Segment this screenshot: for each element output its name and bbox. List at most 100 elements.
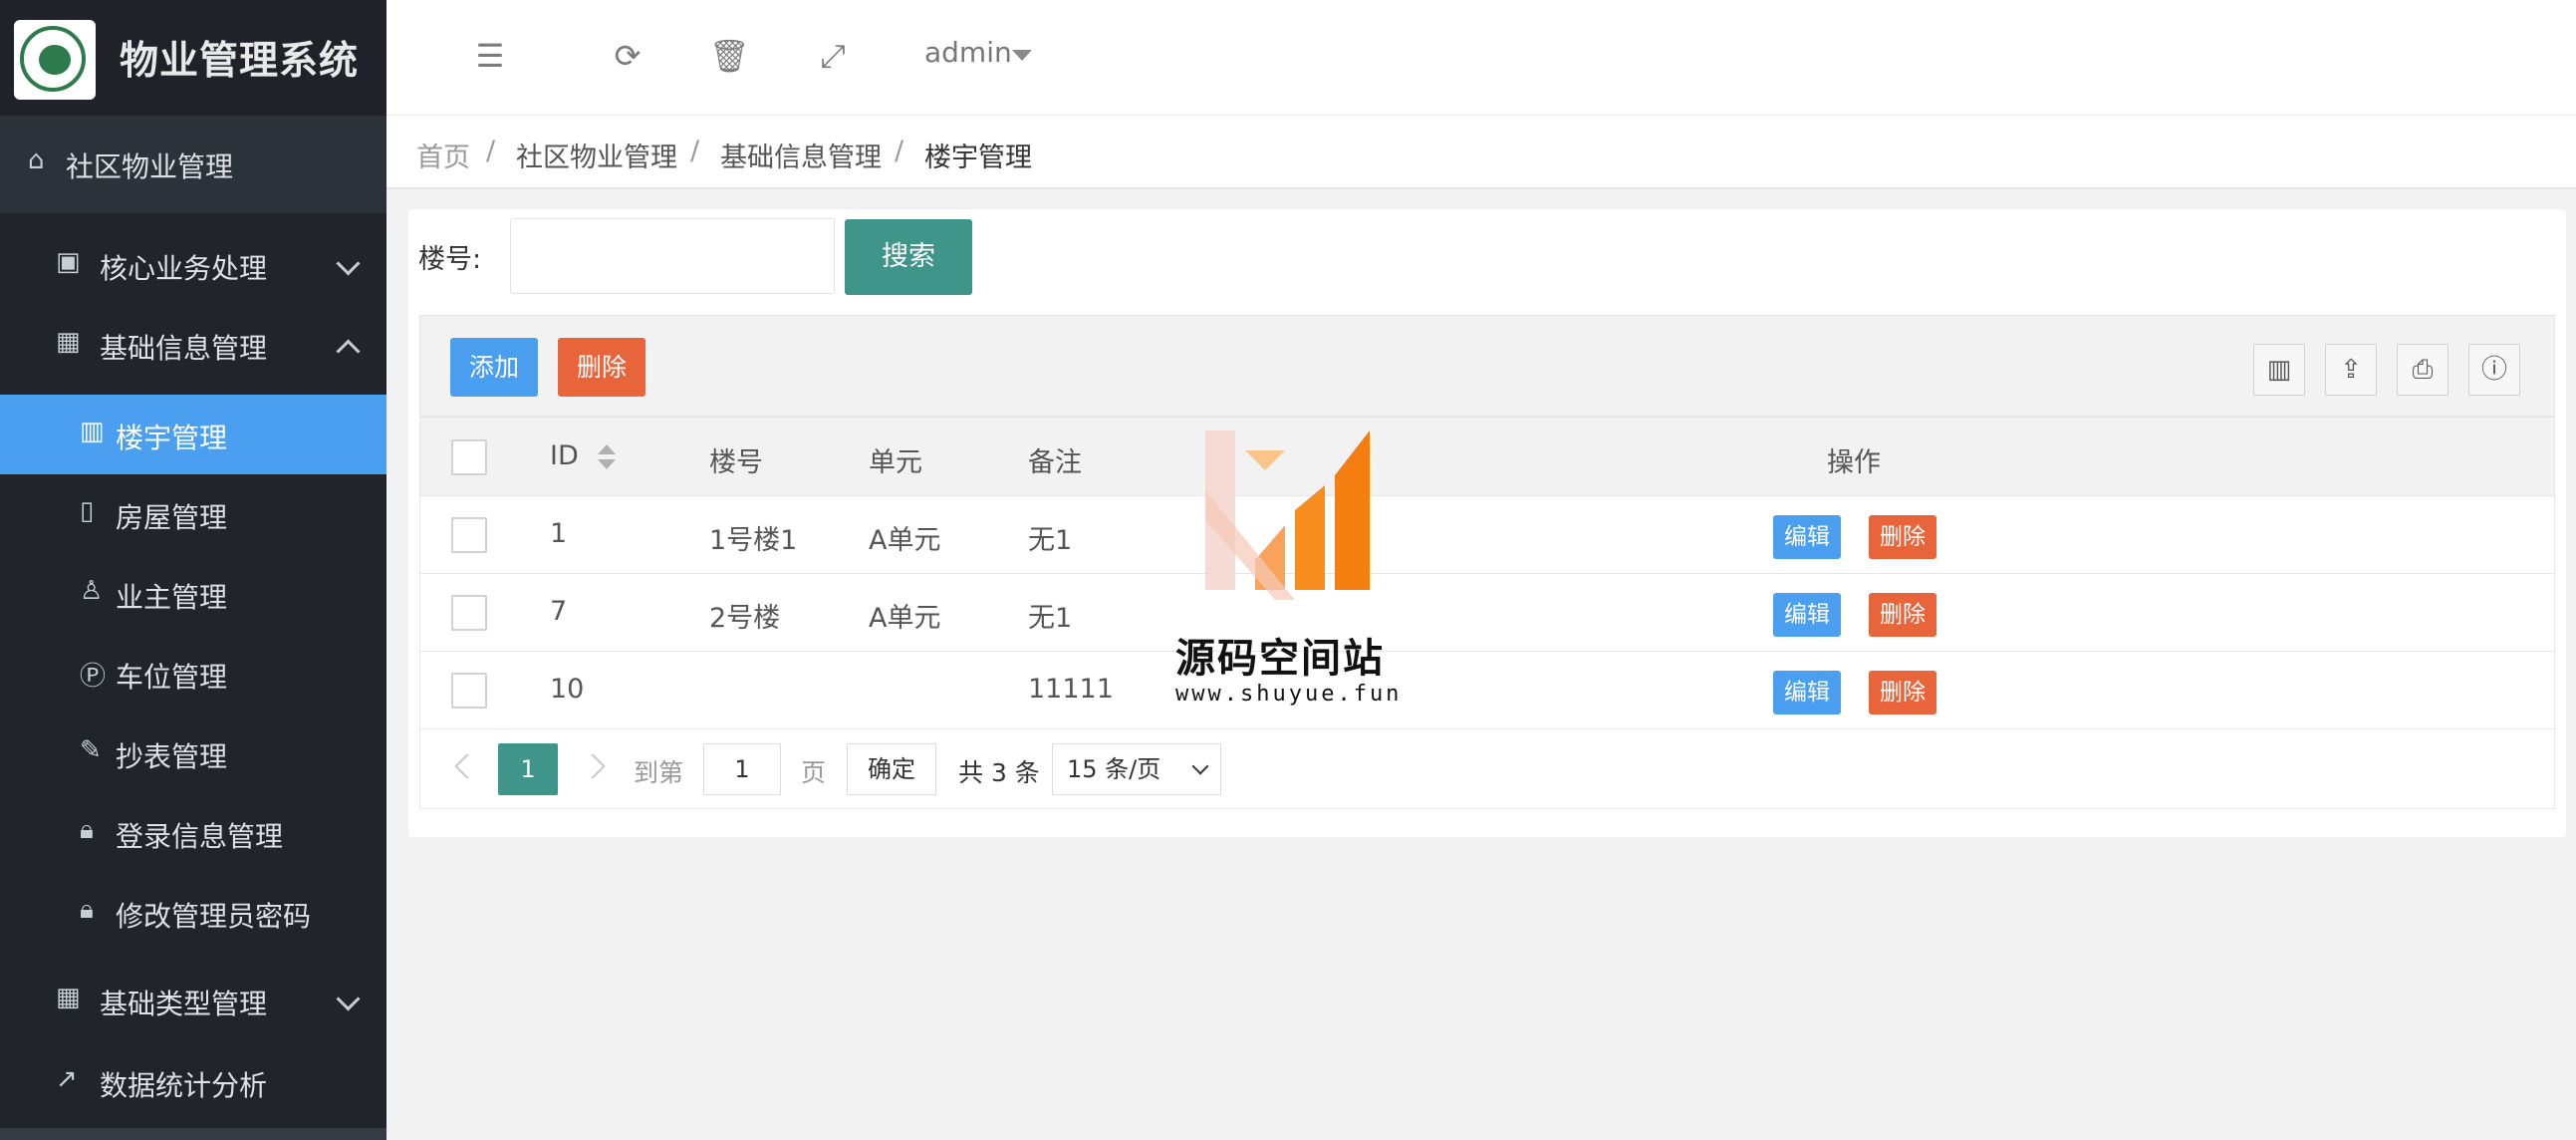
- column-header-building: 楼号: [709, 447, 763, 478]
- column-header-note: 备注: [1028, 447, 1082, 478]
- delete-button[interactable]: 删除: [1869, 671, 1936, 714]
- sidebar-item-change-password[interactable]: 🔒︎ 修改管理员密码: [0, 875, 386, 953]
- chevron-down-icon: [1191, 757, 1209, 775]
- total-count: 共 3 条: [958, 758, 1040, 787]
- export-icon[interactable]: ⇪: [2325, 344, 2377, 396]
- grid-icon: ▦: [56, 327, 81, 357]
- chevron-down-icon: [336, 987, 361, 1011]
- menu-section-community[interactable]: ⌂ 社区物业管理: [0, 116, 2550, 213]
- row-divider: [420, 728, 2554, 729]
- line-chart-icon: ↗: [56, 1064, 78, 1094]
- select-all-checkbox[interactable]: [451, 439, 487, 475]
- menu-group-stats[interactable]: ↗ 数据统计分析: [0, 1044, 386, 1122]
- sidebar-item-login-info[interactable]: 🔒︎ 登录信息管理: [0, 795, 386, 873]
- edit-button[interactable]: 编辑: [1773, 515, 1841, 559]
- cell-building: 2号楼: [709, 603, 781, 634]
- sidebar-item-meter[interactable]: ✎ 抄表管理: [0, 715, 386, 793]
- add-button[interactable]: 添加: [450, 338, 538, 397]
- sidebar-item-label: 业主管理: [116, 581, 228, 614]
- goto-page-input[interactable]: 1: [703, 743, 781, 795]
- breadcrumb-basic-info[interactable]: 基础信息管理: [720, 136, 882, 174]
- cell-unit: A单元: [869, 525, 941, 556]
- goto-label: 到第: [634, 758, 684, 787]
- cell-id: 10: [550, 674, 585, 705]
- breadcrumb-separator: /: [895, 136, 904, 166]
- columns-icon[interactable]: ▥: [2253, 344, 2305, 396]
- cell-id: 7: [550, 596, 568, 627]
- lock-icon: 🔒︎: [80, 815, 94, 845]
- sidebar-item-label: 车位管理: [116, 661, 228, 694]
- delete-button[interactable]: 删除: [1869, 515, 1936, 559]
- user-menu[interactable]: admin: [924, 36, 1012, 69]
- trash-icon[interactable]: 🗑︎: [709, 36, 750, 76]
- brand: 物业管理系统: [0, 0, 386, 116]
- breadcrumb-community[interactable]: 社区物业管理: [516, 136, 677, 174]
- print-icon[interactable]: ⎙: [2397, 344, 2448, 396]
- logo-core: [39, 45, 71, 75]
- home-icon: ⌂: [28, 145, 45, 175]
- batch-delete-button[interactable]: 删除: [558, 338, 645, 397]
- row-checkbox[interactable]: [451, 673, 487, 709]
- cell-id: 1: [550, 518, 568, 549]
- goto-confirm-button[interactable]: 确定: [847, 743, 936, 795]
- delete-button[interactable]: 删除: [1869, 593, 1936, 637]
- breadcrumb-home[interactable]: 首页: [416, 136, 470, 174]
- menu-group-label: 基础类型管理: [100, 988, 268, 1020]
- breadcrumb: 首页 / 社区物业管理 / 基础信息管理 / 楼宇管理: [386, 116, 2576, 189]
- app-title: 物业管理系统: [120, 39, 360, 84]
- edit-button[interactable]: 编辑: [1773, 593, 1841, 637]
- watermark-logo: [1205, 430, 1370, 600]
- edit-button[interactable]: 编辑: [1773, 671, 1841, 714]
- fullscreen-icon[interactable]: ⤢: [813, 36, 853, 76]
- logo: [14, 20, 96, 100]
- search-button[interactable]: 搜索: [845, 219, 972, 295]
- info-icon[interactable]: ⓘ: [2468, 344, 2520, 396]
- menu-group-types[interactable]: ▦ 基础类型管理: [0, 963, 386, 1040]
- refresh-icon[interactable]: ⟳: [608, 36, 647, 76]
- column-header-actions: 操作: [1827, 447, 1881, 478]
- sidebar-item-building[interactable]: ▥ 楼宇管理: [0, 395, 386, 474]
- menu-group-label: 基础信息管理: [100, 332, 268, 365]
- table-toolbar: [419, 315, 2555, 417]
- menu-section-label: 社区物业管理: [66, 150, 234, 183]
- row-divider: [420, 573, 2554, 574]
- sidebar-item-label: 楼宇管理: [116, 422, 228, 454]
- sidebar-item-parking[interactable]: Ⓟ 车位管理: [0, 636, 386, 713]
- user-icon: ♙: [80, 576, 104, 606]
- sidebar-item-label: 房屋管理: [116, 501, 228, 534]
- sort-down-icon[interactable]: [598, 459, 616, 469]
- menu-fold-icon[interactable]: ☰: [470, 36, 510, 76]
- sidebar-item-label: 抄表管理: [116, 740, 228, 773]
- sort-up-icon[interactable]: [598, 444, 616, 454]
- row-checkbox[interactable]: [451, 595, 487, 631]
- cell-unit: A单元: [869, 603, 941, 634]
- edit-note-icon: ✎: [80, 735, 102, 765]
- sidebar: 物业管理系统 ⌂ 社区物业管理 ▣ 核心业务处理 ▦ 基础信息管理 ▥ 楼宇管理…: [0, 0, 2550, 1140]
- page-size-select[interactable]: 15 条/页: [1052, 743, 1221, 795]
- breadcrumb-current: 楼宇管理: [924, 142, 1032, 173]
- sidebar-item-owner[interactable]: ♙ 业主管理: [0, 556, 386, 634]
- sidebar-scrollbar[interactable]: [0, 1128, 386, 1140]
- cell-note: 无1: [1028, 525, 1073, 556]
- sidebar-item-label: 修改管理员密码: [116, 900, 312, 933]
- menu-group-basic[interactable]: ▦ 基础信息管理: [0, 307, 386, 385]
- breadcrumb-separator: /: [486, 136, 496, 166]
- page-size-value: 15 条/页: [1067, 755, 1161, 783]
- door-icon: ▯: [80, 496, 95, 526]
- parking-icon: Ⓟ: [80, 662, 107, 692]
- chevron-up-icon: [336, 339, 361, 364]
- column-header-unit: 单元: [869, 447, 922, 478]
- watermark-url: www.shuyue.fun: [1175, 682, 1403, 707]
- sidebar-item-house[interactable]: ▯ 房屋管理: [0, 476, 386, 554]
- page-unit-label: 页: [801, 758, 827, 787]
- column-header-id[interactable]: ID: [550, 440, 579, 471]
- search-label: 楼号:: [418, 244, 482, 275]
- menu-group-core[interactable]: ▣ 核心业务处理: [0, 227, 386, 305]
- search-input[interactable]: [510, 218, 835, 294]
- watermark-title: 源码空间站: [1175, 636, 1385, 682]
- page-current[interactable]: 1: [498, 743, 558, 795]
- row-checkbox[interactable]: [451, 517, 487, 553]
- building-icon: ▥: [80, 417, 105, 446]
- menu-group-label: 核心业务处理: [100, 252, 268, 285]
- caret-down-icon[interactable]: [1012, 50, 1032, 61]
